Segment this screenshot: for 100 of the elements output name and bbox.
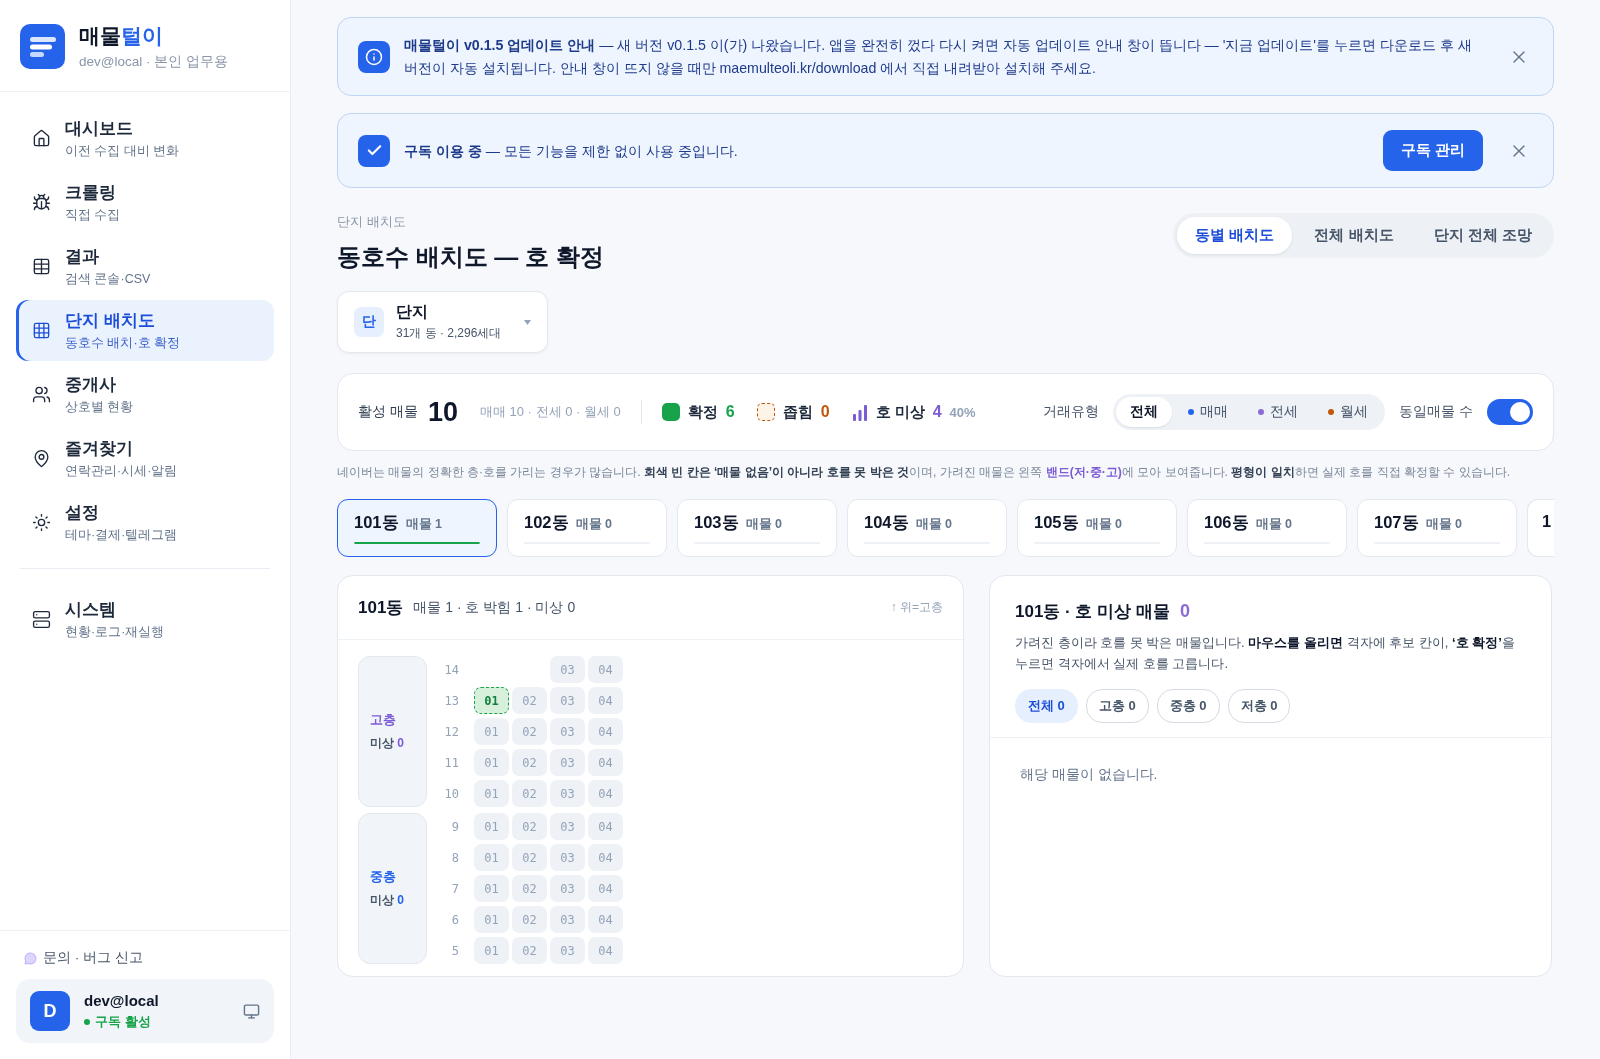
building-tab[interactable]: 102동 매물 0 (507, 499, 667, 558)
view-tab[interactable]: 전체 배치도 (1296, 217, 1412, 255)
unit-cell[interactable]: 03 (550, 844, 585, 872)
unit-cell[interactable]: 04 (588, 813, 623, 841)
unit-cell[interactable]: 03 (550, 780, 585, 808)
floor-number: 7 (450, 881, 460, 896)
map-pin-icon (32, 449, 51, 468)
building-tab[interactable]: 105동 매물 0 (1017, 499, 1177, 558)
banner-text: 구독 이용 중 — 모든 기능을 제한 없이 사용 중입니다. (404, 141, 739, 161)
nav-item[interactable]: 시스템 현황·로그·재실행 (16, 589, 274, 650)
unit-cell[interactable]: 04 (588, 718, 623, 746)
nav-sublabel: 상호별 현황 (65, 398, 134, 416)
view-tab[interactable]: 단지 전체 조망 (1415, 217, 1550, 255)
dropdown-caret-icon (524, 319, 531, 325)
unit-cell[interactable]: 03 (550, 813, 585, 841)
nav-item[interactable]: 크롤링 직접 수집 (16, 172, 274, 233)
unit-cell[interactable]: 04 (588, 656, 623, 684)
help-text: 네이버는 매물의 정확한 층·호를 가리는 경우가 많습니다. 회색 빈 칸은 ‘매물 없음’이 아니라 호를 못 박은 것이며, 가려진 매물은 왼쪽 밴드(저·중·고)에 모아 보여줍니다. 평형이 일치하면 실제 호를 직접 확정할 수 있습니다. (337, 464, 1512, 482)
unit-cell[interactable]: 03 (550, 718, 585, 746)
unit-cell[interactable]: 04 (588, 844, 623, 872)
unit-cell[interactable]: 04 (588, 687, 623, 715)
building-tab[interactable]: 1 (1527, 499, 1554, 558)
nav-item[interactable]: 단지 배치도 동호수 배치·호 확정 (16, 300, 274, 361)
legend-percent: 40% (949, 404, 976, 420)
floor-number: 11 (443, 755, 460, 770)
nav-item[interactable]: 중개사 상호별 현황 (16, 364, 274, 425)
band-filter-chip[interactable]: 고층 0 (1085, 689, 1149, 724)
trade-type-option[interactable]: 월세 (1314, 397, 1383, 428)
unit-cell[interactable]: 01 (474, 875, 509, 903)
manage-subscription-button[interactable]: 구독 관리 (1382, 130, 1483, 172)
unit-cell[interactable]: 03 (550, 937, 585, 965)
unit-cell[interactable]: 02 (512, 687, 547, 715)
nav-label: 중개사 (65, 373, 117, 395)
unit-cell[interactable]: 01 (474, 906, 509, 934)
building-tab[interactable]: 103동 매물 0 (677, 499, 837, 558)
unit-cell[interactable]: 02 (512, 813, 547, 841)
unit-cell[interactable]: 03 (550, 749, 585, 777)
unit-cell[interactable]: 01 (474, 718, 509, 746)
legend-count: 0 (820, 403, 830, 422)
unit-cell[interactable]: 02 (512, 906, 547, 934)
trade-type-option[interactable]: 전체 (1116, 397, 1173, 428)
band-unplaced: 미상 0 (370, 735, 406, 753)
grid-icon (32, 321, 51, 340)
floor-band[interactable]: 중층 미상 0 (358, 813, 427, 965)
floor-number: 8 (450, 850, 460, 865)
unit-cell[interactable]: 01 (474, 813, 509, 841)
panel-title: 101동 · 호 미상 매물 (1015, 601, 1170, 624)
building-tab[interactable]: 106동 매물 0 (1187, 499, 1347, 558)
unit-cell[interactable]: 02 (512, 718, 547, 746)
complex-meta: 31개 동 · 2,296세대 (396, 325, 503, 343)
unit-cell[interactable]: 02 (512, 780, 547, 808)
band-filter-chip[interactable]: 저층 0 (1227, 689, 1291, 724)
unit-cell[interactable]: 02 (512, 844, 547, 872)
unit-cell[interactable]: 04 (588, 780, 623, 808)
unit-cell[interactable]: 03 (550, 875, 585, 903)
user-avatar: D (30, 991, 70, 1031)
building-tab[interactable]: 104동 매물 0 (847, 499, 1007, 558)
complex-select[interactable]: 단 단지 31개 동 · 2,296세대 (337, 291, 548, 354)
unit-cell[interactable]: 04 (588, 749, 623, 777)
legend-label: 호 미상 (875, 402, 925, 422)
nav-item[interactable]: 결과 검색 콘솔·CSV (16, 236, 274, 297)
building-tab[interactable]: 107동 매물 0 (1357, 499, 1517, 558)
nav-item[interactable]: 대시보드 이전 수집 대비 변화 (16, 108, 274, 169)
floor-number: 14 (443, 662, 460, 677)
building-tab[interactable]: 101동 매물 1 (337, 499, 497, 558)
unit-cell[interactable]: 01 (474, 937, 509, 965)
unit-cell[interactable]: 02 (512, 749, 547, 777)
nav-item[interactable]: 설정 테마·결제·텔레그램 (16, 492, 274, 553)
unit-cell[interactable]: 01 (474, 844, 509, 872)
active-listings-label: 활성 매물 (358, 403, 418, 422)
unit-cell[interactable]: 04 (588, 937, 623, 965)
active-listings-count: 10 (427, 396, 458, 428)
unit-cell[interactable]: 04 (588, 875, 623, 903)
unit-cell[interactable]: 01 (474, 749, 509, 777)
unit-cell[interactable]: 04 (588, 906, 623, 934)
complex-name: 단지 (396, 302, 429, 323)
nav-item[interactable]: 즐겨찾기 연락관리·시세·알림 (16, 428, 274, 489)
unit-cell[interactable]: 03 (550, 906, 585, 934)
monitor-icon[interactable] (243, 1002, 260, 1020)
band-filter-chip[interactable]: 전체 0 (1015, 689, 1078, 724)
legend-count: 4 (932, 403, 942, 422)
floor-number: 13 (443, 693, 460, 708)
floor-band[interactable]: 고층 미상 0 (358, 656, 427, 808)
confirmed-unit[interactable]: 01 (474, 687, 509, 715)
unit-cell[interactable]: 03 (550, 656, 585, 684)
nav-sublabel: 테마·결제·텔레그램 (65, 526, 178, 544)
unit-cell[interactable]: 01 (474, 780, 509, 808)
unit-cell[interactable]: 02 (512, 937, 547, 965)
feedback-link[interactable]: 문의 · 버그 신고 (16, 949, 274, 967)
view-tab[interactable]: 동별 배치도 (1177, 217, 1293, 255)
legend-count: 6 (725, 403, 735, 422)
nav-label: 즐겨찾기 (65, 437, 134, 459)
panel-summary: 매물 1 · 호 박힘 1 · 미상 0 (413, 598, 576, 617)
band-filter-chip[interactable]: 중층 0 (1156, 689, 1220, 724)
unit-cell[interactable]: 03 (550, 687, 585, 715)
trade-type-option[interactable]: 매매 (1174, 397, 1243, 428)
unit-cell[interactable]: 02 (512, 875, 547, 903)
app-subtitle: dev@local · 본인 업무용 (79, 53, 228, 71)
trade-type-option[interactable]: 전세 (1244, 397, 1313, 428)
same-listings-toggle[interactable] (1487, 399, 1533, 426)
